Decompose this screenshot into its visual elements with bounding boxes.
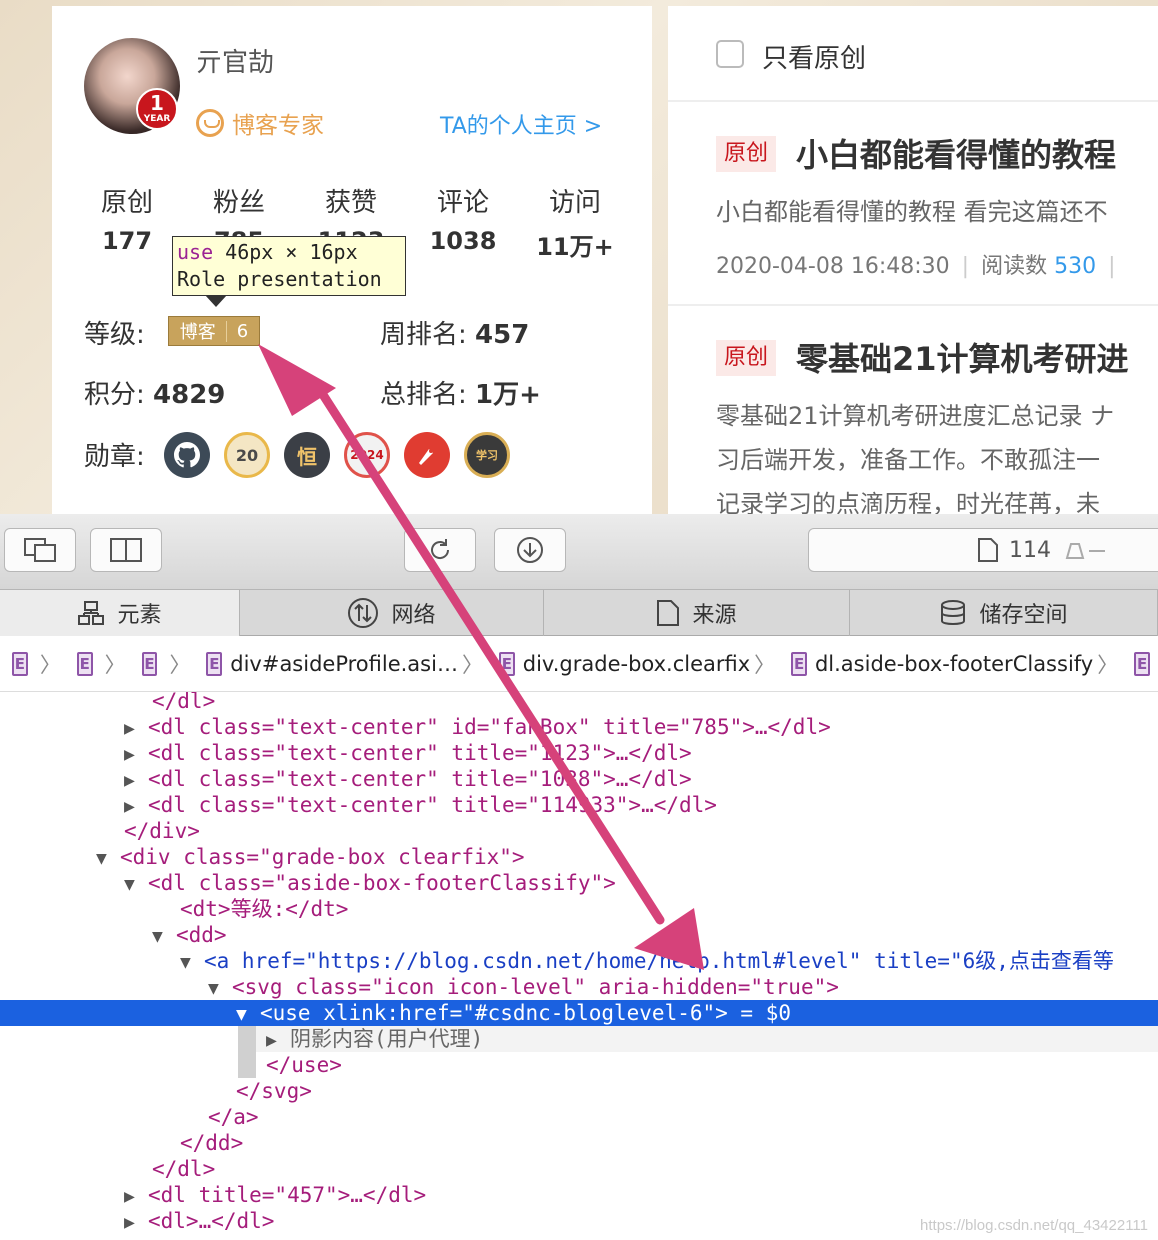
arrow-head-down [634, 908, 704, 970]
watermark: https://blog.csdn.net/qq_43422111 [920, 1217, 1148, 1234]
annotation-arrow [258, 344, 704, 970]
arrow-head-up [258, 344, 336, 416]
